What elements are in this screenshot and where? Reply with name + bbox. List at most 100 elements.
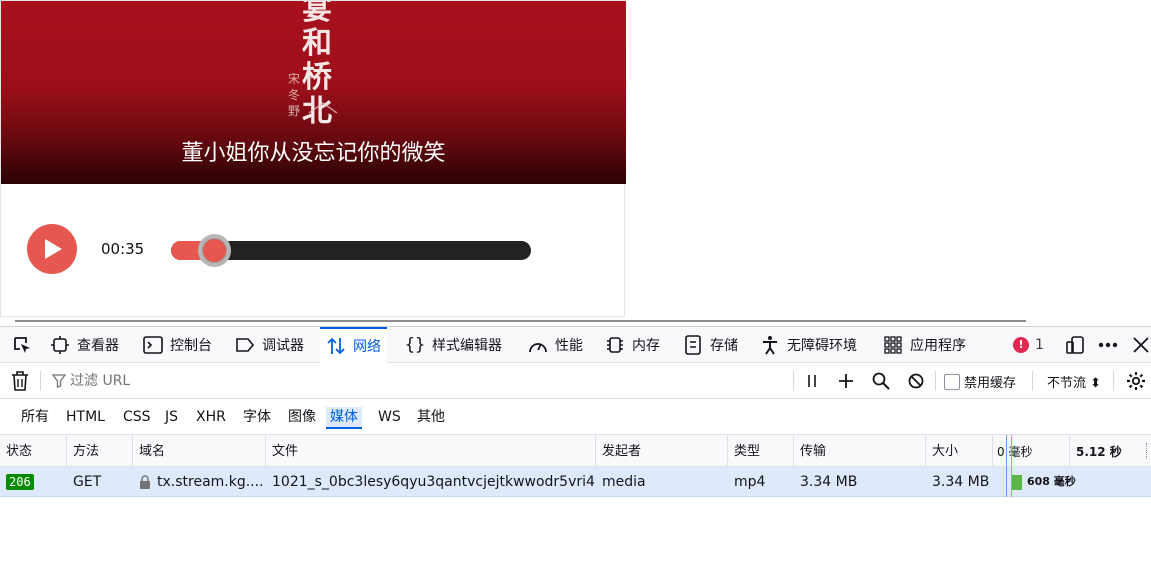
waterfall-end-label: 5.12 秒 <box>1076 445 1122 459</box>
inspector-icon <box>50 335 70 355</box>
table-row[interactable]: 206 GET tx.stream.kg.... 1021_s_0bc3lesy… <box>0 467 1151 497</box>
console-icon <box>143 335 163 355</box>
type-filter-other[interactable]: 其他 <box>415 407 447 429</box>
tab-inspector[interactable]: 查看器 <box>50 327 119 363</box>
tab-storage[interactable]: 存储 <box>683 327 738 363</box>
type-filter-html[interactable]: HTML <box>64 407 107 429</box>
waterfall-timing-bar <box>1012 475 1022 490</box>
devtools-splitter[interactable] <box>15 320 1026 322</box>
column-initiator[interactable]: 发起者 <box>596 435 728 467</box>
tab-accessibility[interactable]: 无障碍环境 <box>760 327 857 363</box>
tab-application[interactable]: 应用程序 <box>883 327 966 363</box>
checkbox-box[interactable] <box>944 373 960 390</box>
tab-style-editor[interactable]: {} 样式编辑器 <box>405 327 502 363</box>
add-request-button[interactable] <box>832 363 860 399</box>
type-filter-css[interactable]: CSS <box>121 407 153 429</box>
cover-artist-art: 宋 冬 野 <box>287 72 300 118</box>
separator <box>793 371 794 391</box>
style-editor-icon: {} <box>404 335 426 355</box>
request-method: GET <box>73 474 102 490</box>
responsive-design-icon <box>1066 336 1084 354</box>
throttling-select[interactable]: 不节流 ⬍ <box>1047 372 1101 391</box>
column-file[interactable]: 文件 <box>266 435 596 467</box>
cover-chevron-mark <box>308 102 338 114</box>
application-icon <box>883 335 903 355</box>
separator <box>1032 371 1033 391</box>
type-filter-js[interactable]: JS <box>163 407 180 429</box>
responsive-design-button[interactable] <box>1060 327 1090 363</box>
request-initiator: media <box>602 474 646 490</box>
pause-icon <box>808 375 816 387</box>
type-filter-xhr[interactable]: XHR <box>194 407 228 429</box>
type-filter-media[interactable]: 媒体 <box>326 407 362 429</box>
block-icon <box>908 373 924 389</box>
status-badge: 206 <box>6 474 34 490</box>
accessibility-icon <box>760 335 780 355</box>
request-transferred: 3.34 MB <box>800 474 858 490</box>
waterfall-dom-loaded-line <box>1006 435 1007 497</box>
more-dots-icon <box>1098 342 1118 348</box>
separator <box>1113 371 1114 391</box>
element-picker-icon <box>14 337 30 353</box>
devtools-panel: 查看器 控制台 调试器 网络 {} 样式编辑器 性能 内存 存储 无障碍环境 应… <box>0 326 1151 579</box>
play-icon <box>45 239 62 259</box>
progress-track[interactable] <box>171 234 531 267</box>
column-method[interactable]: 方法 <box>67 435 133 467</box>
close-devtools-button[interactable] <box>1126 327 1151 363</box>
request-status: 206 <box>0 467 67 497</box>
type-filter-images[interactable]: 图像 <box>286 407 318 429</box>
search-icon <box>872 372 890 390</box>
clear-requests-button[interactable] <box>6 363 34 399</box>
tab-console[interactable]: 控制台 <box>143 327 212 363</box>
tab-network[interactable]: 网络 <box>320 327 387 363</box>
network-filter-bar: 禁用缓存 不节流 ⬍ <box>0 363 1151 399</box>
pause-recording-button[interactable] <box>798 363 826 399</box>
tab-memory[interactable]: 内存 <box>605 327 660 363</box>
play-button[interactable] <box>27 224 77 274</box>
storage-icon <box>683 335 703 355</box>
request-type: mp4 <box>734 474 766 490</box>
tab-debugger[interactable]: 调试器 <box>235 327 304 363</box>
waterfall-load-line <box>1011 435 1012 497</box>
filter-url-input[interactable] <box>50 369 785 393</box>
more-options-button[interactable] <box>1093 327 1123 363</box>
waterfall-timing-label: 608 毫秒 <box>1027 475 1076 488</box>
element-picker-button[interactable] <box>6 327 38 363</box>
type-filter-fonts[interactable]: 字体 <box>241 407 273 429</box>
tab-performance[interactable]: 性能 <box>528 327 583 363</box>
devtools-toolbar: 查看器 控制台 调试器 网络 {} 样式编辑器 性能 内存 存储 无障碍环境 应… <box>0 327 1151 363</box>
audio-player-card: 宴 和 桥 北 宋 冬 野 董小姐你从没忘记你的微笑 00:35 <box>0 0 626 317</box>
separator <box>935 371 936 391</box>
progress-thumb[interactable] <box>198 234 232 267</box>
column-size[interactable]: 大小 <box>926 435 993 467</box>
close-icon <box>1133 337 1149 353</box>
request-file: 1021_s_0bc3lesy6qyu3qantvcjejtkwwodr5vri… <box>272 474 596 490</box>
block-requests-button[interactable] <box>902 363 930 399</box>
column-resize-handle[interactable] <box>1146 443 1147 459</box>
request-size: 3.34 MB <box>932 474 990 490</box>
plus-icon <box>839 374 853 388</box>
column-status[interactable]: 状态 <box>0 435 67 467</box>
search-button[interactable] <box>867 363 895 399</box>
current-time: 00:35 <box>101 240 145 258</box>
trash-icon <box>12 371 28 391</box>
column-transferred[interactable]: 传输 <box>794 435 926 467</box>
waterfall-start-label: 0 毫秒 <box>993 435 1070 467</box>
request-table-header: 状态 方法 域名 文件 发起者 类型 传输 大小 0 毫秒 5.12 秒 <box>0 435 1151 467</box>
separator <box>40 371 41 391</box>
error-count-badge[interactable]: ! 1 <box>1013 337 1044 353</box>
error-icon: ! <box>1013 337 1029 353</box>
memory-icon <box>605 335 625 355</box>
column-domain[interactable]: 域名 <box>133 435 266 467</box>
type-filter-ws[interactable]: WS <box>376 407 403 429</box>
disable-cache-checkbox[interactable]: 禁用缓存 <box>944 372 1016 391</box>
gear-icon <box>1127 372 1145 390</box>
network-icon <box>326 336 346 356</box>
album-cover: 宴 和 桥 北 宋 冬 野 董小姐你从没忘记你的微笑 <box>1 1 626 184</box>
column-type[interactable]: 类型 <box>728 435 794 467</box>
debugger-icon <box>235 335 255 355</box>
performance-icon <box>528 335 548 355</box>
network-settings-button[interactable] <box>1122 363 1150 399</box>
type-filter-all[interactable]: 所有 <box>19 407 51 429</box>
request-type-filters: 所有 HTML CSS JS XHR 字体 图像 媒体 WS 其他 <box>0 399 1151 435</box>
